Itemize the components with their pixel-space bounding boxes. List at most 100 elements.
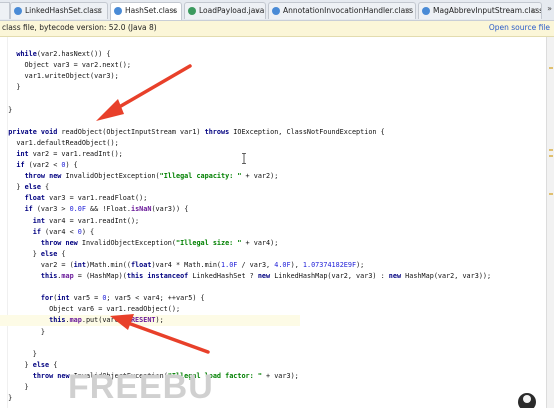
vertical-scrollbar[interactable] <box>546 37 554 408</box>
code-token: LinkedHashSet ? <box>188 272 258 280</box>
code-token: (var3 > <box>32 205 70 214</box>
code-token: InvalidObjectException( <box>77 238 176 247</box>
code-token: } <box>0 249 41 258</box>
code-token: new <box>257 272 271 280</box>
code-line: throw new InvalidObjectException("Illega… <box>0 171 546 182</box>
code-token: LinkedHashMap(var2, var3) : <box>270 272 389 280</box>
author-avatar <box>518 393 536 408</box>
code-line: } <box>0 82 546 93</box>
code-token: var4 = var1.readInt(); <box>45 216 140 225</box>
tab-3[interactable]: AnnotationInvocationHandler.class × <box>268 2 416 19</box>
code-token: var3 = var1.readFloat(); <box>45 194 148 203</box>
code-token: 4.0F <box>274 260 291 269</box>
tab-0[interactable]: LinkedHashSet.class × <box>10 2 108 19</box>
code-token: (var3)) { <box>151 205 189 214</box>
tab-overflow-icon[interactable]: » <box>547 4 552 13</box>
close-tab-icon[interactable]: × <box>96 3 103 19</box>
code-token: (var2.hasNext()) { <box>36 50 111 58</box>
code-token: { <box>40 183 50 192</box>
code-token: readObject(ObjectInputStream var1) <box>57 127 205 136</box>
code-token: 1.07374182E9F <box>302 260 357 269</box>
tab-label: MagAbbrevInputStream.class <box>433 6 542 15</box>
code-line: for(int var5 = 0; var5 < var4; ++var5) { <box>0 293 546 304</box>
code-token: isNaN <box>130 205 152 214</box>
code-token: else <box>40 249 58 258</box>
class-file-icon <box>272 7 280 15</box>
code-token: } <box>0 183 25 192</box>
code-token: throw new <box>32 371 70 380</box>
scroll-marker <box>549 67 553 69</box>
code-token: if <box>16 161 25 169</box>
tab-2[interactable]: LoadPayload.java × <box>184 2 266 19</box>
tab-label: LinkedHashSet.class <box>25 6 102 15</box>
code-token: else <box>24 183 41 192</box>
code-line: if (var2 < 0) { <box>0 160 546 171</box>
code-token: this <box>49 316 66 325</box>
code-token: this <box>40 272 58 280</box>
tab-overflow-left[interactable] <box>0 2 10 19</box>
code-token: ); <box>155 316 164 325</box>
tab-4[interactable]: MagAbbrevInputStream.class × <box>418 2 542 19</box>
code-line: } else { <box>0 182 546 193</box>
code-token: / var3, <box>237 260 275 269</box>
code-token: var1.writeObject(var3); <box>0 72 119 81</box>
tab-1[interactable]: HashSet.class × <box>110 2 182 20</box>
code-token: map <box>69 316 82 325</box>
open-source-file-link[interactable]: Open source file <box>489 21 550 35</box>
scroll-marker <box>549 155 553 157</box>
code-editor[interactable]: while(var2.hasNext()) { Object var3 = va… <box>0 37 546 408</box>
code-token: IOException, ClassNotFoundException { <box>229 127 385 136</box>
code-line: } <box>0 349 546 360</box>
code-token: )var4 * Math.min( <box>151 260 222 269</box>
code-line: } <box>0 327 546 338</box>
code-token: 0.0F <box>69 205 86 214</box>
code-token: (var2 < <box>24 161 62 169</box>
code-token: ; var5 < var4; ++var5) { <box>106 294 205 303</box>
code-token: this instanceof <box>126 272 189 280</box>
close-tab-icon[interactable]: × <box>404 3 411 19</box>
code-token: var5 = <box>69 294 103 303</box>
code-line: int var2 = var1.readInt(); <box>0 149 546 160</box>
code-token: int <box>57 294 70 303</box>
code-line: while(var2.hasNext()) { <box>0 49 546 60</box>
code-token: )Math.min(( <box>85 260 131 269</box>
code-token: + var2); <box>241 172 279 181</box>
class-file-icon <box>422 7 430 15</box>
code-token: ), <box>290 260 303 269</box>
code-token: } <box>0 394 13 403</box>
code-token: map <box>61 272 74 280</box>
close-tab-icon[interactable]: × <box>170 3 177 19</box>
close-tab-icon[interactable]: × <box>254 3 261 19</box>
code-line: var1.defaultReadObject(); <box>0 138 546 149</box>
code-token: private void <box>8 127 58 136</box>
code-token: + var3); <box>261 371 299 380</box>
code-token: int <box>73 260 86 269</box>
code-token: ) { <box>81 227 95 236</box>
scroll-marker <box>549 149 553 151</box>
code-token: while <box>16 50 37 58</box>
code-token: if <box>24 205 33 214</box>
code-token: + var4); <box>241 238 279 247</box>
tab-label: AnnotationInvocationHandler.class <box>283 6 414 15</box>
watermark-text: FREEBUF <box>68 368 216 405</box>
code-line: var2 = (int)Math.min((float)var4 * Math.… <box>0 260 546 271</box>
code-token: 1.0F <box>221 260 238 269</box>
code-token: PRESENT <box>126 316 156 325</box>
code-token: throws <box>204 127 230 136</box>
code-token: } <box>0 83 21 92</box>
close-tab-icon[interactable]: × <box>530 3 537 19</box>
freebuf-watermark: FREEBUF <box>68 368 216 405</box>
scroll-marker <box>549 193 553 195</box>
code-token: var2 = ( <box>0 260 74 269</box>
bytecode-version-message: class file, bytecode version: 52.0 (Java… <box>2 23 157 32</box>
code-token: throw new <box>40 238 78 247</box>
